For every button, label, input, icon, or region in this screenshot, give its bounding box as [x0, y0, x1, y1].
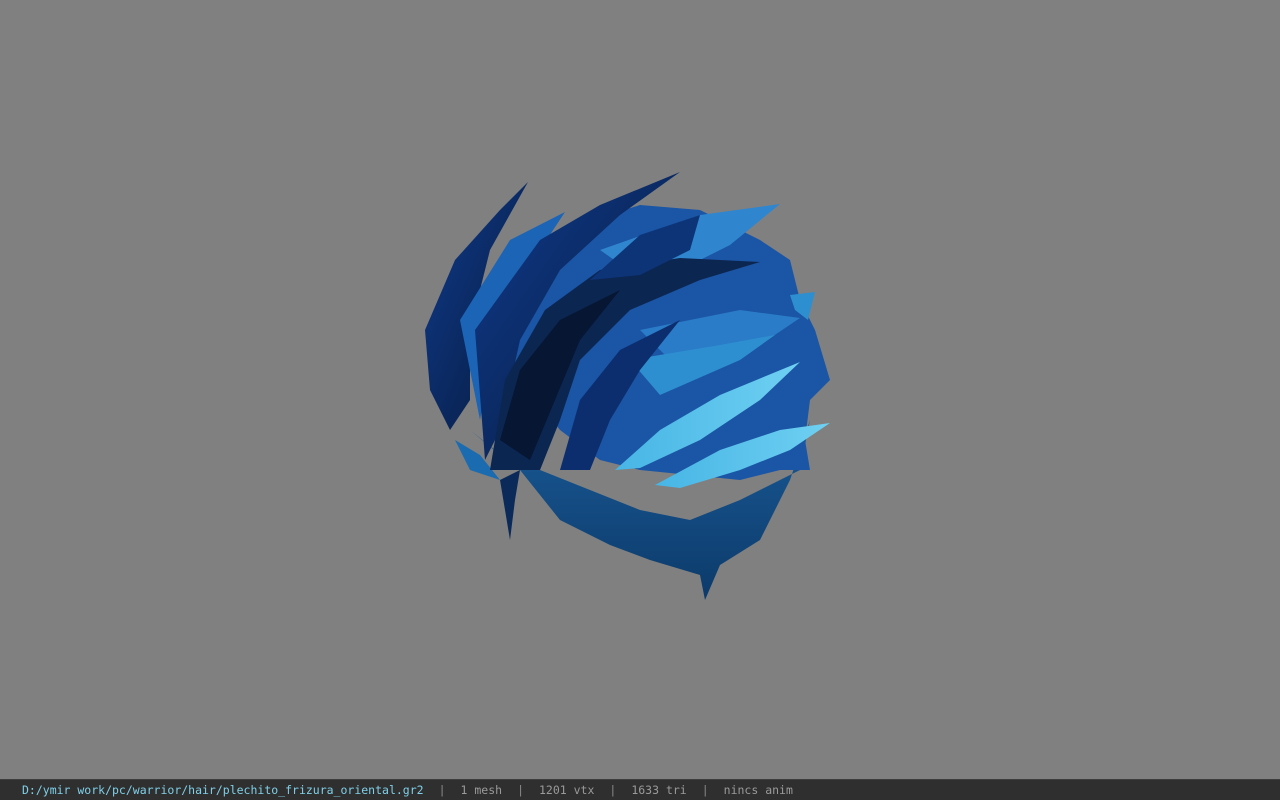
- separator: |: [517, 783, 524, 797]
- mesh-count-label: 1 mesh: [460, 783, 503, 797]
- separator: |: [701, 783, 709, 797]
- hair-model[interactable]: [0, 0, 1280, 779]
- hair-lower-tip: [500, 470, 520, 540]
- triangle-count-label: 1633 tri: [631, 783, 687, 797]
- separator: |: [609, 783, 617, 797]
- animation-status-label: nincs anim: [723, 783, 793, 797]
- vertex-count-label: 1201 vtx: [539, 783, 595, 797]
- 3d-viewport[interactable]: [0, 0, 1280, 779]
- status-bar: D:/ymir work/pc/warrior/hair/plechito_fr…: [0, 779, 1280, 800]
- separator: |: [438, 783, 446, 797]
- file-path-label: D:/ymir work/pc/warrior/hair/plechito_fr…: [22, 783, 424, 797]
